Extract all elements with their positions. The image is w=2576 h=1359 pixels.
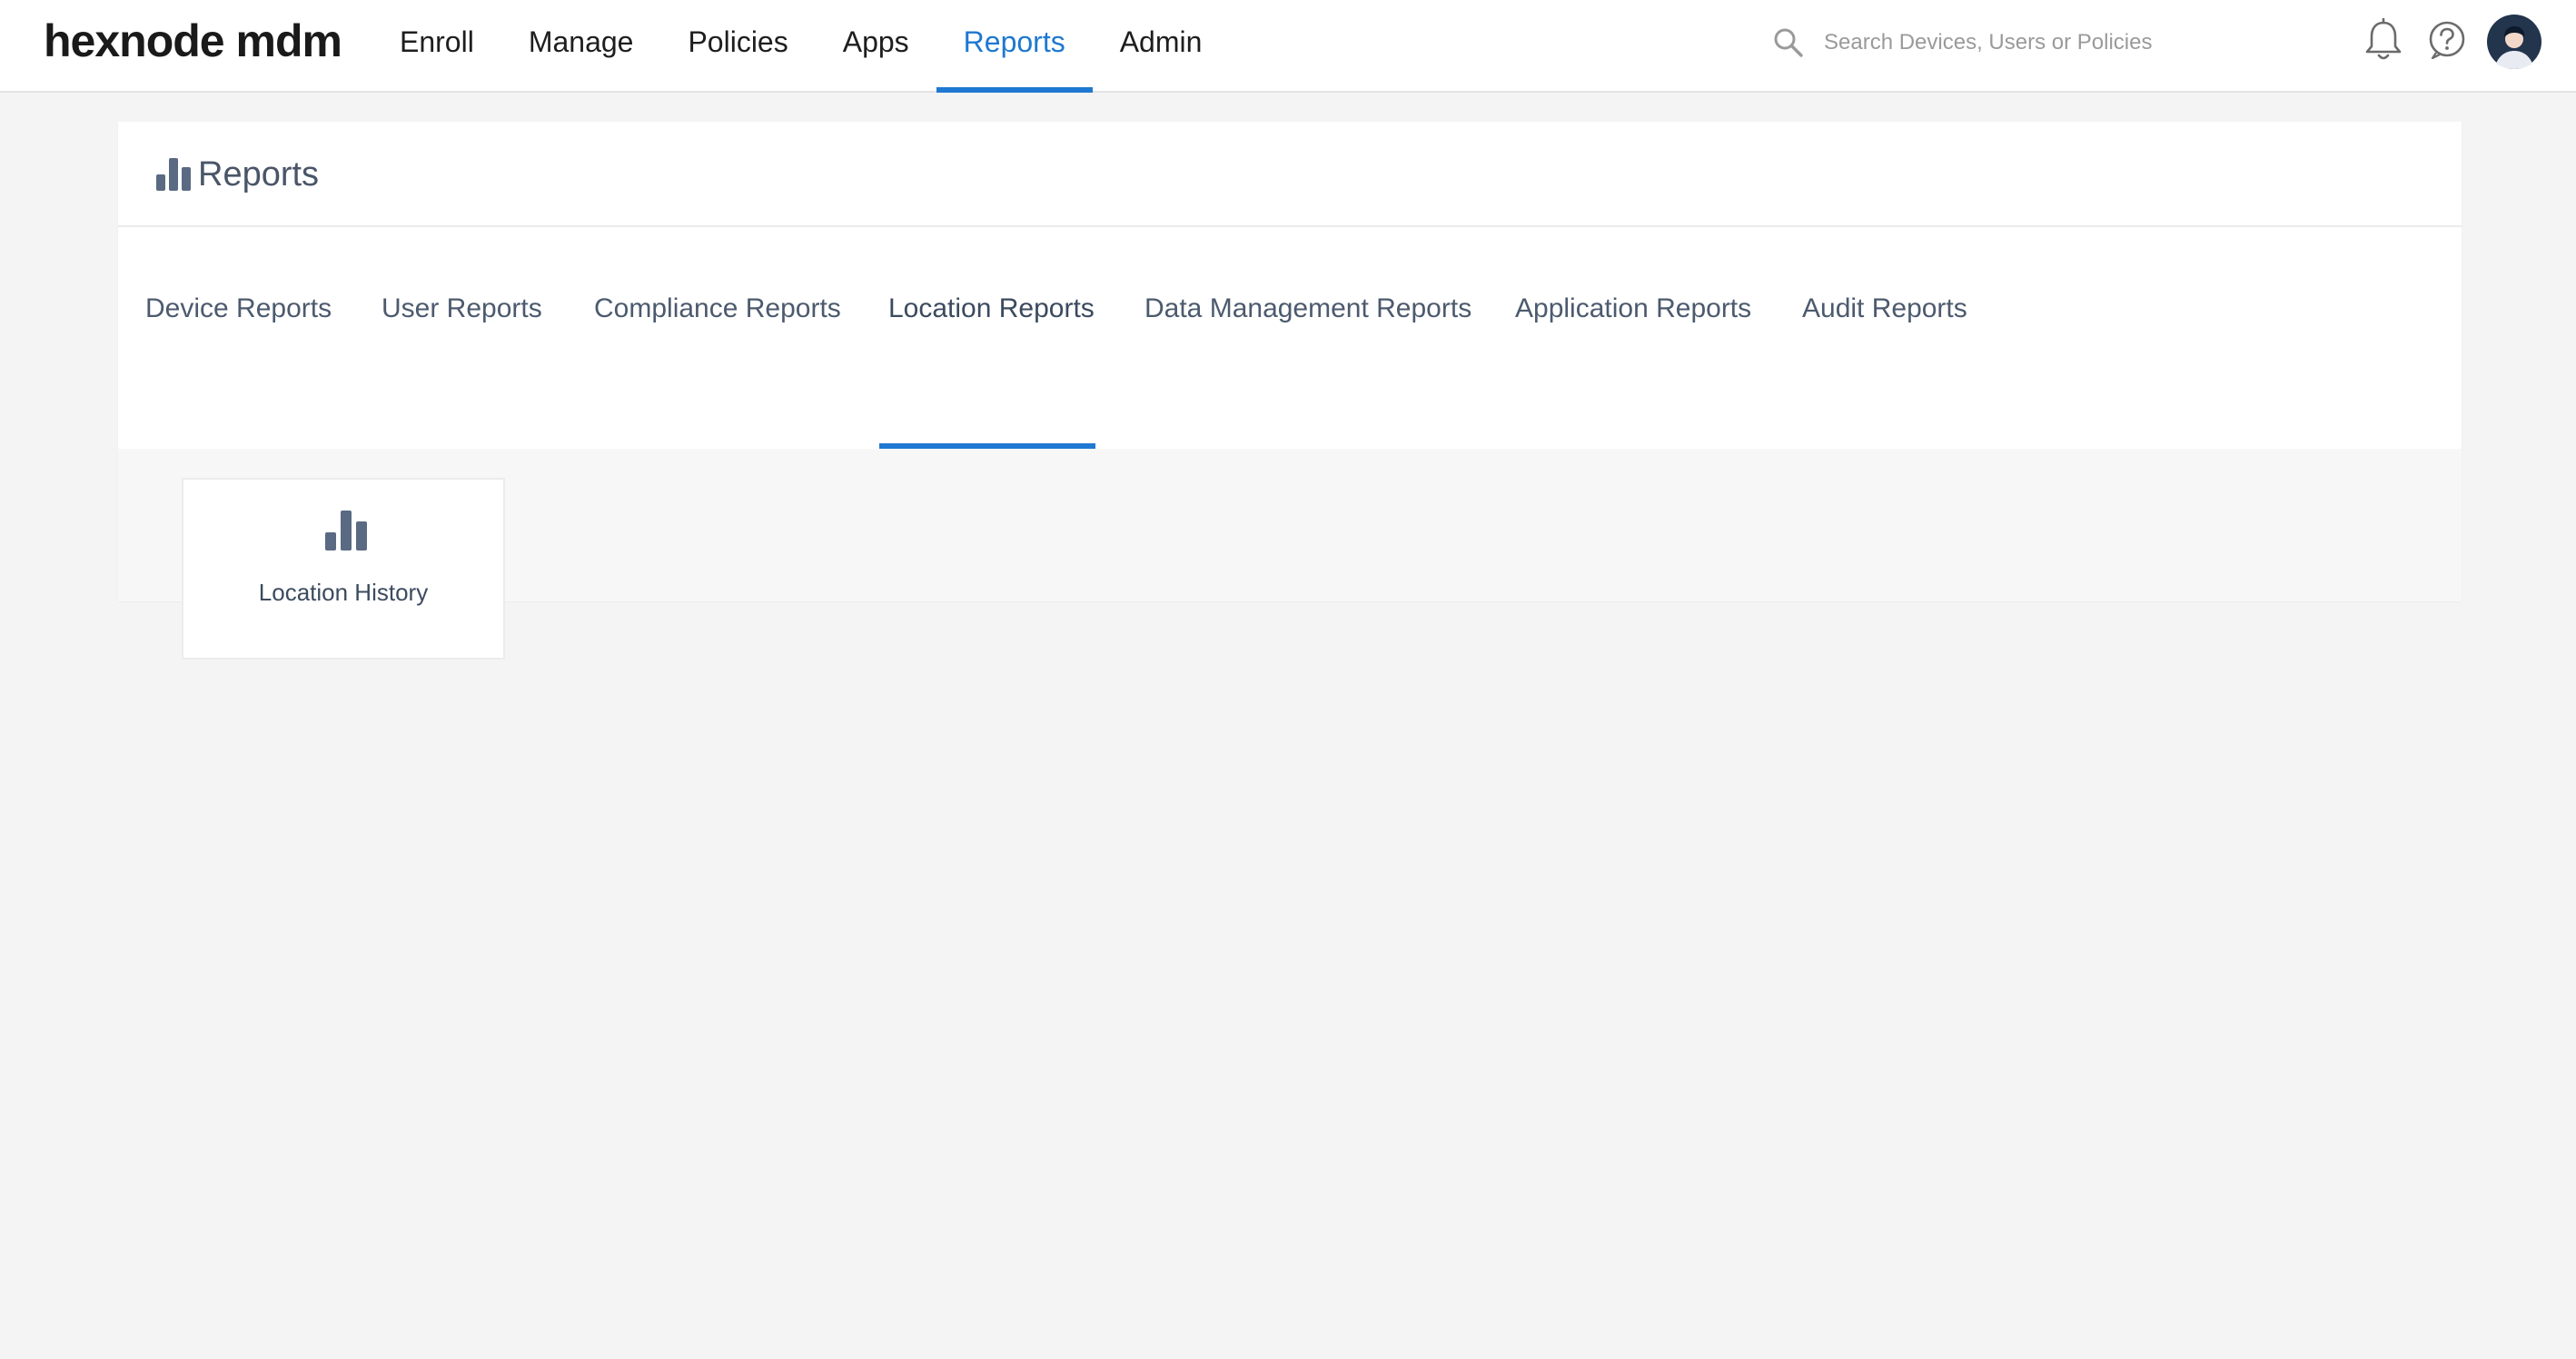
reports-card: Reports Device Reports User Reports Comp… xyxy=(118,122,2462,660)
nav-apps[interactable]: Apps xyxy=(816,0,936,93)
search-input[interactable] xyxy=(1822,29,2225,56)
user-avatar[interactable] xyxy=(2487,15,2541,69)
bell-icon[interactable] xyxy=(2363,18,2403,64)
tab-data-management-reports[interactable]: Data Management Reports xyxy=(1144,291,1471,327)
tab-application-reports[interactable]: Application Reports xyxy=(1515,291,1751,327)
report-tile-location-history[interactable]: Location History xyxy=(182,478,505,660)
top-navigation-bar: hexnode mdm Enroll Manage Policies Apps … xyxy=(0,0,2576,93)
nav-enroll[interactable]: Enroll xyxy=(372,0,501,93)
help-icon[interactable] xyxy=(2427,20,2467,60)
main-nav: Enroll Manage Policies Apps Reports Admi… xyxy=(372,0,1229,93)
report-tile-label: Location History xyxy=(258,579,429,606)
nav-reports[interactable]: Reports xyxy=(936,0,1093,93)
tab-device-reports[interactable]: Device Reports xyxy=(145,291,332,327)
page-title: Reports xyxy=(198,155,320,193)
global-search xyxy=(1773,22,2245,64)
nav-manage[interactable]: Manage xyxy=(501,0,661,93)
page-header: Reports xyxy=(118,122,2462,227)
bar-chart-icon xyxy=(325,511,367,551)
search-icon xyxy=(1774,28,1803,57)
reports-grid: Location History xyxy=(118,449,2462,660)
tab-location-reports[interactable]: Location Reports xyxy=(888,291,1095,327)
tab-user-reports[interactable]: User Reports xyxy=(381,291,542,327)
tab-compliance-reports[interactable]: Compliance Reports xyxy=(594,291,841,327)
hexnode-logo[interactable]: hexnode mdm xyxy=(44,13,342,69)
nav-policies[interactable]: Policies xyxy=(660,0,815,93)
tab-audit-reports[interactable]: Audit Reports xyxy=(1802,291,1967,327)
nav-admin[interactable]: Admin xyxy=(1093,0,1230,93)
bar-chart-icon xyxy=(156,158,191,191)
